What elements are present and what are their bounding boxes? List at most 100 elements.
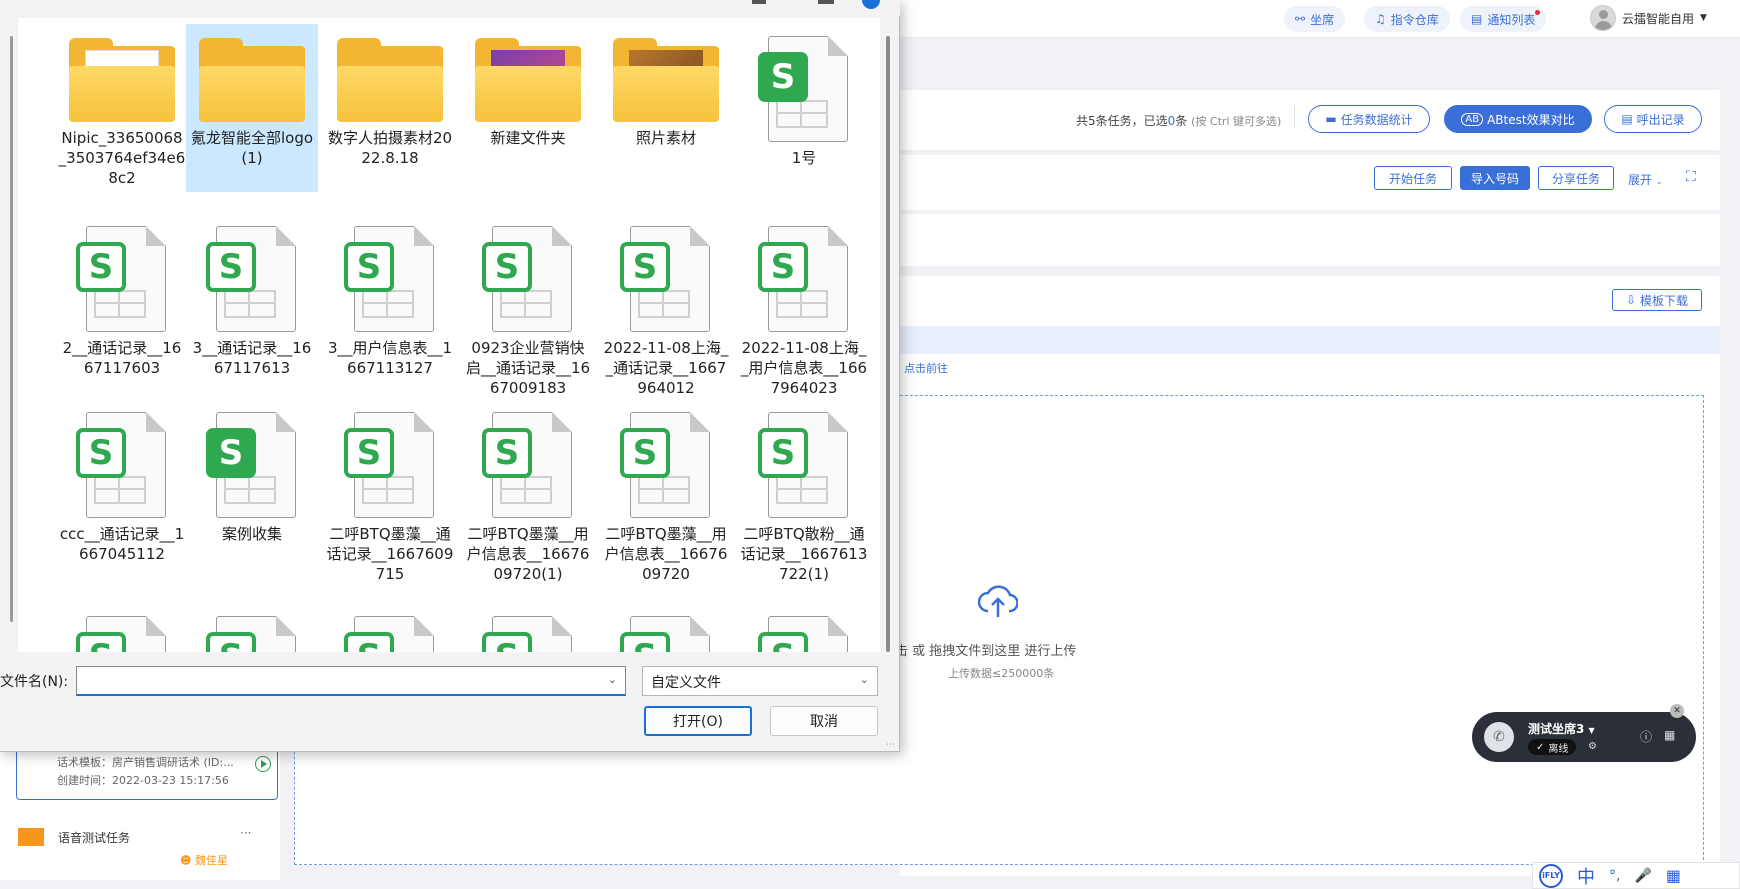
task-type-icon	[18, 828, 44, 846]
spreadsheet-file-icon: S	[76, 226, 168, 334]
ime-language-toggle[interactable]: 中	[1577, 863, 1595, 889]
softphone-seat[interactable]: 测试坐席3 ▼	[1528, 720, 1595, 737]
ab-icon: AB	[1461, 112, 1484, 126]
download-icon: ⇩	[1625, 293, 1637, 307]
more-icon[interactable]: ···	[240, 826, 251, 840]
file-item[interactable]: Nipic_33650068_3503764ef34e68c2	[56, 24, 188, 188]
microphone-icon[interactable]: 🎤	[1634, 868, 1651, 884]
export-icon: ▤	[1621, 112, 1633, 126]
multi-select-hint: (按 Ctrl 键可多选)	[1191, 115, 1282, 128]
file-item[interactable]: S 二呼BTQ墨藻__用户信息表__1667609720	[600, 400, 732, 584]
filename-input[interactable]: ⌄	[76, 666, 626, 696]
command-repo-button[interactable]: ♫ 指令仓库	[1364, 6, 1450, 32]
call-records-button[interactable]: ▤ 呼出记录	[1604, 105, 1702, 133]
file-item[interactable]: S 1号	[738, 24, 870, 168]
seat-button[interactable]: ⚯ 坐席	[1284, 6, 1346, 32]
file-name: 2__通话记录__1667117603	[62, 339, 182, 377]
abtest-button[interactable]: AB ABtest效果对比	[1444, 105, 1592, 133]
file-name: 2022-11-08上海__通话记录__1667964012	[603, 339, 729, 397]
spreadsheet-file-icon: S	[344, 412, 436, 520]
preview-pane-icon[interactable]	[818, 0, 834, 4]
file-item[interactable]: S 0923企业营销快启__通话记录__1667009183	[462, 214, 594, 398]
file-item[interactable]: S	[324, 604, 456, 652]
file-name: 数字人拍摄素材2022.8.18	[327, 129, 453, 167]
fullscreen-icon[interactable]: ⛶	[1686, 169, 1696, 185]
task-card[interactable]: 语音测试任务 ··· ☻ 魏佳星	[16, 816, 278, 872]
task-stats-button[interactable]: ▬ 任务数据统计	[1308, 105, 1430, 133]
goto-link[interactable]: 点击前往	[904, 360, 948, 376]
nav-pane-scrollbar[interactable]	[10, 36, 13, 622]
info-banner	[900, 326, 1720, 354]
upload-limit: 上传数据≤250000条	[948, 667, 1055, 680]
file-item[interactable]: S 2__通话记录__1667117603	[56, 214, 188, 378]
file-list-scrollbar[interactable]	[886, 36, 890, 652]
user-name: 云擂智能自用	[1622, 11, 1695, 26]
file-item[interactable]: S 案例收集	[186, 400, 318, 544]
user-menu[interactable]: 云擂智能自用 ▼	[1590, 5, 1707, 31]
folder-icon	[337, 38, 443, 122]
file-item[interactable]: S	[462, 604, 594, 652]
ifly-logo-icon[interactable]: iFLY	[1539, 863, 1563, 888]
info-icon[interactable]: ⓘ	[1640, 728, 1652, 745]
owner-tag: ☻ 魏佳星	[180, 852, 228, 868]
grid-menu-icon[interactable]: ▦	[1666, 866, 1681, 885]
spreadsheet-file-icon: S	[482, 616, 574, 652]
spreadsheet-file-icon: S	[206, 226, 298, 334]
file-name: Nipic_33650068_3503764ef34e68c2	[58, 129, 186, 187]
minimize-icon[interactable]: ▦	[1664, 728, 1675, 742]
file-item[interactable]: S	[600, 604, 732, 652]
share-task-label: 分享任务	[1551, 171, 1600, 186]
check-icon: ✓	[1536, 741, 1545, 753]
cancel-button[interactable]: 取消	[770, 706, 878, 736]
file-item[interactable]: S 二呼BTQ墨藻__用户信息表__1667609720(1)	[462, 400, 594, 584]
file-name: 新建文件夹	[490, 129, 566, 147]
file-name: 二呼BTQ墨藻__用户信息表__1667609720	[604, 525, 728, 583]
file-item[interactable]: S 二呼BTQ墨藻__通话记录__1667609715	[324, 400, 456, 584]
file-name: ccc__通话记录__1667045112	[59, 525, 185, 563]
file-item[interactable]: 数字人拍摄素材2022.8.18	[324, 24, 456, 168]
file-item[interactable]: S 3__通话记录__1667117613	[186, 214, 318, 378]
file-name: 氪龙智能全部logo(1)	[190, 129, 314, 167]
file-item[interactable]: S	[56, 604, 188, 652]
file-item[interactable]: 照片素材	[600, 24, 732, 148]
spreadsheet-file-icon: S	[620, 412, 712, 520]
spreadsheet-file-icon: S	[76, 616, 168, 652]
file-item[interactable]: 新建文件夹	[462, 24, 594, 148]
open-button[interactable]: 打开(O)	[644, 706, 752, 736]
import-numbers-button[interactable]: 导入号码	[1460, 166, 1530, 190]
bell-icon: ♫	[1375, 12, 1386, 26]
file-item[interactable]: S	[738, 604, 870, 652]
start-task-button[interactable]: 开始任务	[1374, 166, 1452, 190]
resize-grip-icon[interactable]: ⋯	[886, 740, 895, 750]
softphone-widget[interactable]: ✆ 测试坐席3 ▼ ✓ 离线 ⚙ ⓘ ▦	[1472, 712, 1696, 762]
close-icon[interactable]: ✕	[1670, 704, 1684, 718]
softphone-status[interactable]: ✓ 离线	[1528, 739, 1577, 755]
file-item[interactable]: Sccc__通话记录__1667045112	[56, 400, 188, 564]
punctuation-icon[interactable]: °,	[1609, 868, 1620, 884]
upload-hint: 击 或 拖拽文件到这里 进行上传	[895, 644, 1077, 659]
file-item[interactable]: S 二呼BTQ散粉__通话记录__1667613722(1)	[738, 400, 870, 584]
share-task-button[interactable]: 分享任务	[1538, 166, 1614, 190]
file-name: 1号	[791, 149, 817, 167]
file-item[interactable]: 氪龙智能全部logo(1)	[186, 24, 318, 192]
chevron-down-icon[interactable]: ⌄	[608, 673, 617, 686]
avatar	[1590, 5, 1616, 31]
file-type-select[interactable]: 自定义文件 ⌄	[642, 666, 878, 696]
gear-icon[interactable]: ⚙	[1588, 741, 1597, 752]
file-item[interactable]: S 2022-11-08上海__用户信息表__1667964023	[738, 214, 870, 398]
import-numbers-label: 导入号码	[1470, 171, 1519, 186]
file-item[interactable]: S 3__用户信息表__1667113127	[324, 214, 456, 378]
file-list: Nipic_33650068_3503764ef34e68c2 氪龙智能全部log…	[18, 18, 880, 652]
file-item[interactable]: S 2022-11-08上海__通话记录__1667964012	[600, 214, 732, 398]
command-label: 指令仓库	[1390, 12, 1439, 27]
view-menu-icon[interactable]	[752, 0, 766, 4]
task-summary: 共5条任务，已选0条 (按 Ctrl 键可多选)	[1076, 112, 1281, 129]
task-stats-label: 任务数据统计	[1340, 112, 1413, 127]
summary-suffix: 条	[1175, 114, 1188, 128]
template-download-button[interactable]: ⇩ 模板下载	[1612, 289, 1702, 311]
expand-toggle[interactable]: 展开 ⌄	[1628, 171, 1663, 188]
file-item[interactable]: S	[186, 604, 318, 652]
play-icon[interactable]	[255, 756, 271, 772]
spreadsheet-file-icon: S	[482, 412, 574, 520]
notify-list-button[interactable]: ▤ 通知列表	[1460, 6, 1547, 32]
